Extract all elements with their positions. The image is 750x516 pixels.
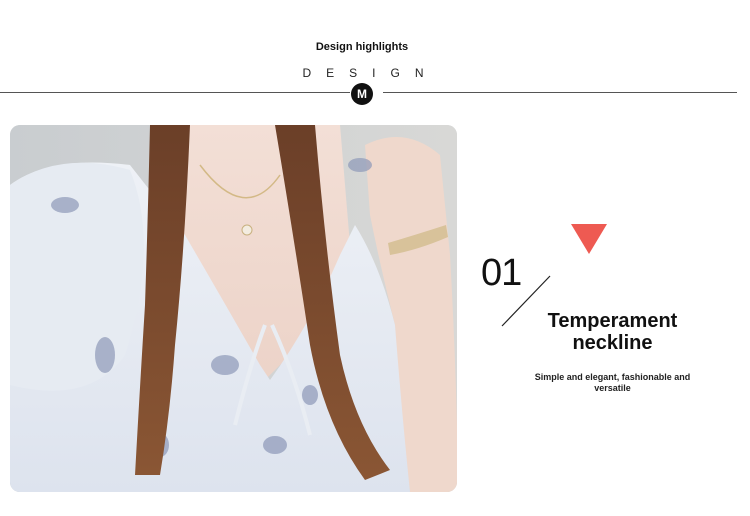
section-title: Design highlights bbox=[315, 41, 409, 53]
product-photo bbox=[10, 125, 457, 492]
down-triangle-icon bbox=[571, 224, 607, 254]
feature-title-line2: neckline bbox=[572, 332, 653, 354]
divider-left bbox=[0, 92, 350, 93]
divider-right bbox=[383, 92, 737, 93]
feature-title-line1: Temperament bbox=[547, 310, 678, 332]
m-badge-icon: M bbox=[351, 83, 373, 105]
blouse-illustration bbox=[10, 125, 457, 492]
design-word: DESIGN bbox=[302, 66, 439, 80]
feature-description: Simple and elegant, fashionable and vers… bbox=[534, 372, 691, 393]
feature-title: Temperament neckline bbox=[525, 310, 700, 354]
